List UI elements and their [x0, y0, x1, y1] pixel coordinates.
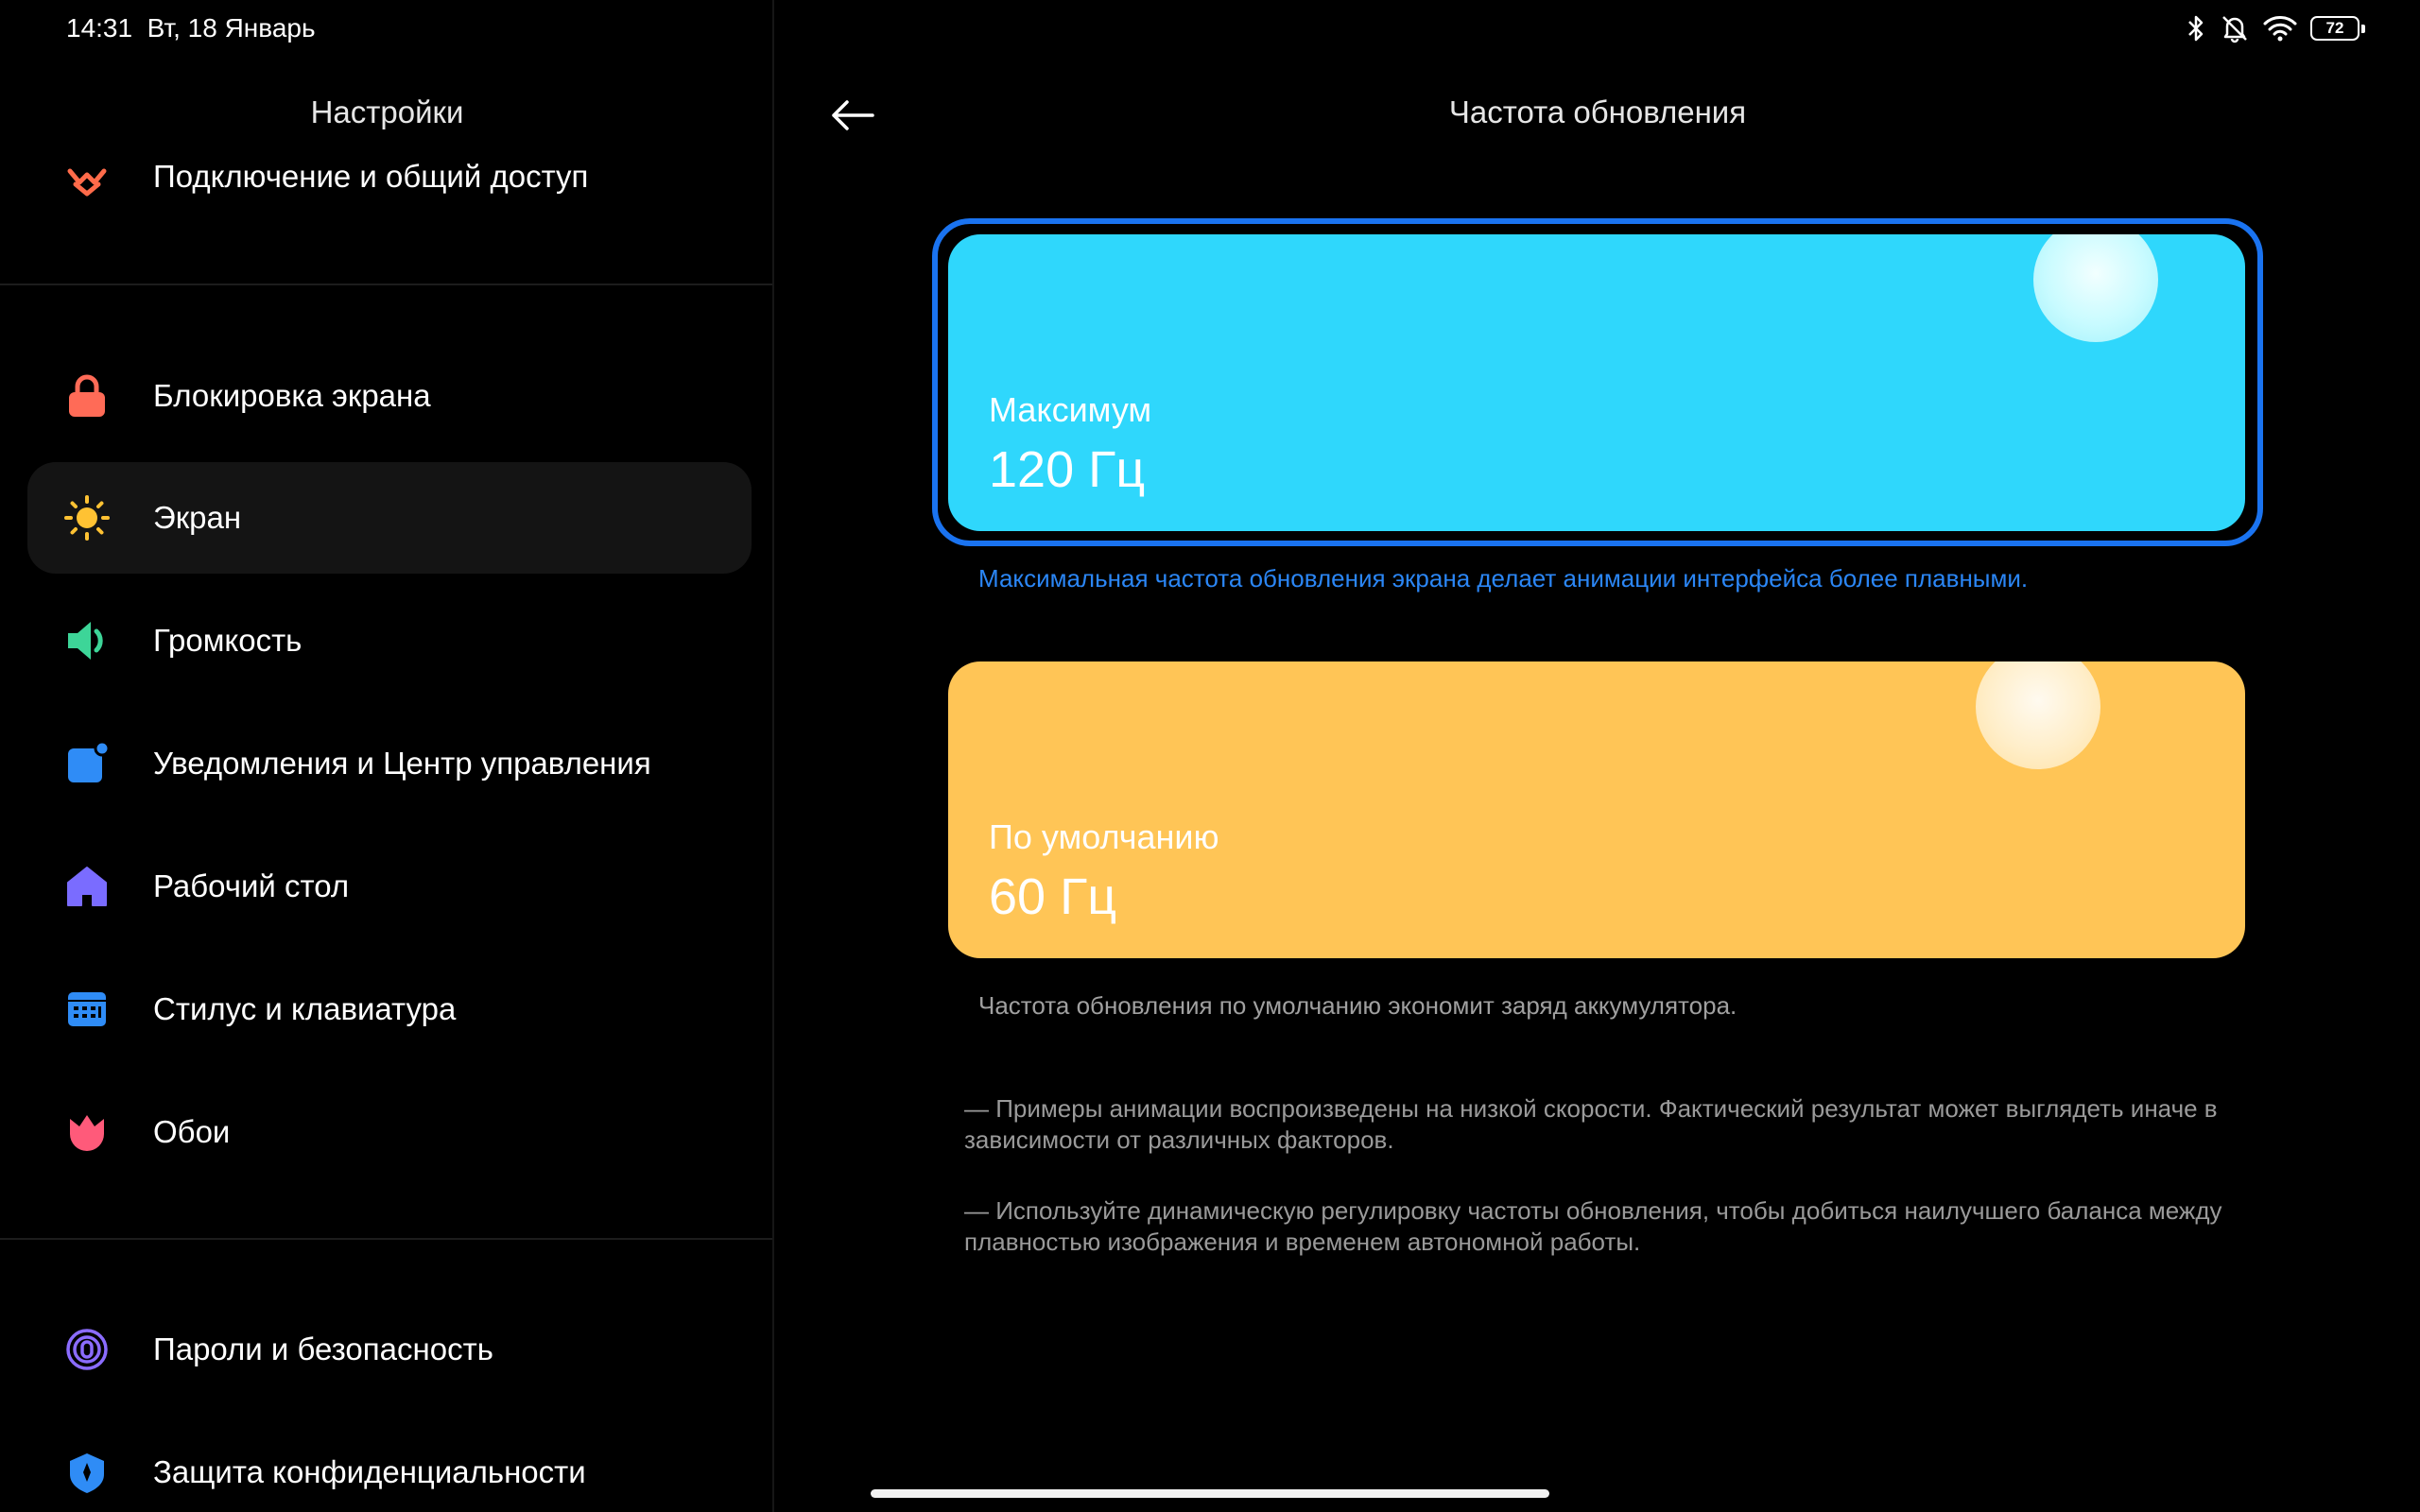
notification-icon — [63, 740, 111, 787]
bluetooth-icon — [2186, 13, 2206, 43]
sidebar-item-volume[interactable]: Громкость — [27, 585, 752, 696]
sidebar-item-desktop[interactable]: Рабочий стол — [27, 831, 752, 942]
sidebar-item-label: Уведомления и Центр управления — [153, 746, 651, 781]
option-card-default[interactable]: По умолчанию 60 Гц — [948, 662, 2245, 958]
screen: Настройки Подключение и общий доступ Бло… — [0, 0, 2420, 1512]
option-value: 120 Гц — [989, 441, 1146, 498]
option-caption: Максимум — [989, 390, 1152, 429]
sidebar-divider — [0, 284, 772, 285]
sun-icon — [63, 494, 111, 541]
lock-icon — [63, 372, 111, 420]
battery-level: 72 — [2325, 19, 2344, 37]
wifi-icon — [2263, 14, 2297, 43]
privacy-icon — [63, 1449, 111, 1496]
status-time-date: 14:31 Вт, 18 Январь — [66, 13, 316, 43]
tulip-icon — [63, 1108, 111, 1156]
sidebar-item-privacy[interactable]: Защита конфиденциальности — [27, 1417, 752, 1512]
gesture-home-bar[interactable] — [871, 1489, 1549, 1498]
sidebar-item-label: Блокировка экрана — [153, 378, 431, 413]
muted-bell-icon — [2220, 13, 2250, 43]
option-description: Максимальная частота обновления экрана д… — [978, 564, 2029, 593]
animation-bubble — [1976, 662, 2100, 769]
sidebar-item-label: Подключение и общий доступ — [153, 159, 589, 194]
home-icon — [63, 863, 111, 910]
sidebar-item-label: Обои — [153, 1114, 231, 1149]
sidebar-item-label: Громкость — [153, 623, 302, 658]
page-title: Частота обновления — [1448, 94, 1747, 129]
sidebar-item-label: Защита конфиденциальности — [153, 1454, 586, 1489]
status-time: 14:31 — [66, 13, 133, 43]
footnote: — Используйте динамическую регулировку ч… — [964, 1196, 2222, 1256]
sidebar-item-wallpaper[interactable]: Обои — [27, 1076, 752, 1188]
sidebar-item-passwords-security[interactable]: Пароли и безопасность — [27, 1294, 752, 1405]
footnote: — Примеры анимации воспроизведены на низ… — [964, 1094, 2218, 1154]
sidebar-item-lock-screen[interactable]: Блокировка экрана — [27, 340, 752, 452]
option-description: Частота обновления по умолчанию экономит… — [978, 991, 1737, 1020]
battery-icon: 72 — [2310, 16, 2365, 41]
sidebar-item-label: Экран — [153, 500, 242, 535]
option-card-max[interactable]: Максимум 120 Гц — [948, 234, 2245, 531]
sidebar-item-label: Стилус и клавиатура — [153, 991, 457, 1026]
sidebar-item-connection-sharing[interactable]: Подключение и общий доступ — [27, 121, 752, 232]
sidebar-item-notifications[interactable]: Уведомления и Центр управления — [27, 708, 752, 819]
sidebar-item-display[interactable]: Экран — [27, 462, 752, 574]
option-value: 60 Гц — [989, 868, 1117, 925]
status-date: Вт, 18 Январь — [147, 13, 316, 43]
fingerprint-icon — [63, 1326, 111, 1373]
animation-bubble — [2033, 234, 2158, 342]
sidebar-item-label: Рабочий стол — [153, 868, 350, 903]
sidebar: Настройки Подключение и общий доступ Бло… — [0, 0, 774, 1512]
speaker-icon — [63, 617, 111, 664]
share-icon — [63, 153, 111, 200]
option-caption: По умолчанию — [989, 817, 1219, 856]
sidebar-divider — [0, 1238, 772, 1240]
sidebar-item-label: Пароли и безопасность — [153, 1332, 493, 1366]
sidebar-item-stylus-keyboard[interactable]: Стилус и клавиатура — [27, 954, 752, 1065]
keyboard-icon — [63, 986, 111, 1033]
status-icons: 72 — [2186, 9, 2365, 47]
